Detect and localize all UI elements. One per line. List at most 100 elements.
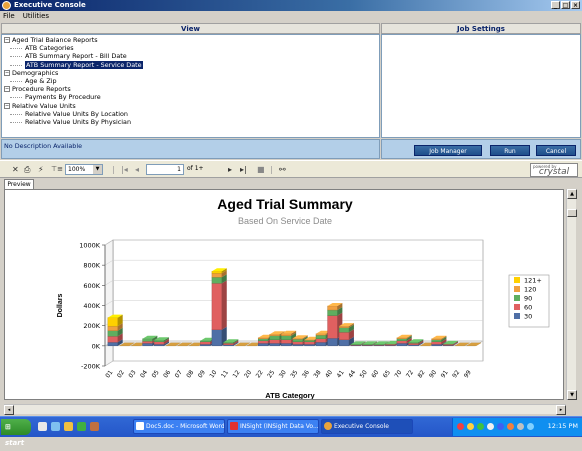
first-page-icon[interactable]: |◂ — [121, 164, 128, 175]
collapse-icon[interactable]: − — [4, 69, 10, 76]
bar-side — [221, 280, 227, 330]
horizontal-scrollbar[interactable]: ◂ ▸ — [4, 404, 566, 415]
bar-segment — [431, 339, 442, 343]
print-icon[interactable]: ⎙ — [24, 164, 30, 175]
x-tick-label: 90 — [428, 369, 438, 379]
tray-icon[interactable] — [507, 423, 514, 430]
tree-leaf[interactable]: Relative Value Units By Location — [4, 110, 377, 118]
x-tick-label: 09 — [197, 369, 207, 379]
chevron-down-icon: ▼ — [93, 165, 102, 174]
x-tick-label: 36 — [301, 369, 311, 379]
scroll-thumb[interactable] — [567, 209, 577, 217]
bar-segment — [350, 344, 361, 346]
tray-icon[interactable] — [527, 423, 534, 430]
task-insight[interactable]: INSight (INSight Data Vo... — [227, 419, 319, 434]
bar-segment — [431, 338, 442, 340]
prev-page-icon[interactable]: ◂ — [135, 164, 139, 175]
tray-icon[interactable] — [497, 423, 504, 430]
bar-segment — [269, 334, 280, 336]
description-bar: No Description Available — [1, 139, 380, 159]
close-view-icon[interactable]: ✕ — [12, 164, 19, 175]
bar-segment — [315, 333, 327, 336]
x-tick-label: 60 — [370, 369, 380, 379]
tree-node[interactable]: − Demographics — [4, 69, 377, 77]
maximize-button[interactable]: □ — [561, 1, 570, 9]
y-tick-label: 600K — [83, 282, 100, 290]
job-settings-pane — [381, 34, 581, 138]
tree-leaf[interactable]: ATB Summary Report - Bill Date — [4, 52, 377, 60]
x-tick-label: 25 — [266, 369, 276, 379]
bar-segment — [304, 341, 315, 345]
y-tick-label: 800K — [83, 262, 100, 270]
tray-icon[interactable] — [517, 423, 524, 430]
vertical-scrollbar[interactable]: ▲ ▼ — [566, 189, 577, 400]
bar-segment — [223, 343, 234, 346]
x-tick-label: 99 — [463, 369, 473, 379]
scroll-up-icon[interactable]: ▲ — [567, 189, 577, 199]
quicklaunch-app-icon[interactable] — [90, 422, 99, 431]
tray-icon[interactable] — [477, 423, 484, 430]
last-page-icon[interactable]: ▸| — [240, 164, 247, 175]
insight-icon — [230, 422, 238, 430]
tree-leaf[interactable]: Payments By Procedure — [4, 93, 377, 101]
x-tick-label: 01 — [104, 369, 114, 379]
bar-segment — [142, 338, 153, 342]
start-button[interactable]: ⊞ start — [1, 419, 31, 447]
quicklaunch-desktop-icon[interactable] — [38, 422, 47, 431]
window-title: Executive Console — [14, 1, 86, 9]
scroll-right-icon[interactable]: ▸ — [556, 405, 566, 415]
y-tick-label: 1000K — [79, 242, 101, 250]
collapse-icon[interactable]: − — [4, 86, 10, 93]
minimize-button[interactable]: _ — [551, 1, 560, 9]
run-button[interactable]: Run — [490, 145, 530, 156]
task-word[interactable]: Doc5.doc - Microsoft Word — [133, 419, 225, 434]
collapse-icon[interactable]: − — [4, 102, 10, 109]
scroll-down-icon[interactable]: ▼ — [567, 390, 577, 400]
bar-segment — [408, 342, 419, 344]
collapse-icon[interactable]: − — [4, 37, 10, 43]
zoom-select[interactable]: 100% ▼ — [65, 164, 103, 175]
tree-node[interactable]: − Aged Trial Balance Reports — [4, 36, 377, 44]
bar-segment — [327, 338, 338, 347]
tree-leaf[interactable]: Relative Value Units By Physician — [4, 118, 377, 126]
legend-swatch — [514, 286, 520, 292]
tree-leaf[interactable]: Age & Zip — [4, 77, 377, 85]
cancel-button[interactable]: Cancel — [536, 145, 576, 156]
tree-leaf[interactable]: ATB Categories — [4, 44, 377, 52]
binoculars-icon[interactable]: ⚯ — [279, 164, 286, 175]
quicklaunch-ie-icon[interactable] — [51, 422, 60, 431]
bar-segment — [338, 327, 350, 333]
aged-trial-chart: 1000K 800K 600K 400K 200K 0K -200K01 02 03 04 05 06… — [57, 239, 550, 399]
next-page-icon[interactable]: ▸ — [228, 164, 232, 175]
close-button[interactable]: × — [571, 1, 580, 9]
x-tick-label: 38 — [312, 369, 322, 379]
x-tick-label: 04 — [139, 369, 149, 379]
bar-segment — [338, 325, 350, 328]
page-number-field[interactable]: 1 — [146, 164, 184, 175]
tree-node[interactable]: − Relative Value Units — [4, 102, 377, 110]
refresh-icon[interactable]: ⚡ — [38, 164, 44, 175]
group-tree-icon[interactable]: ⊤≡ — [51, 164, 63, 175]
tree-node[interactable]: − Procedure Reports — [4, 85, 377, 93]
action-button-bar: Job Manager Run Cancel — [381, 139, 581, 159]
legend-swatch — [514, 295, 520, 301]
tree-leaf[interactable]: ATB Summary Report - Service Date — [4, 60, 377, 69]
task-executive-console[interactable]: Executive Console — [321, 419, 413, 434]
job-manager-button[interactable]: Job Manager — [414, 145, 482, 156]
bar-segment — [373, 344, 384, 346]
job-settings-header: Job Settings — [381, 23, 581, 34]
scroll-left-icon[interactable]: ◂ — [4, 405, 14, 415]
tray-icon[interactable] — [467, 423, 474, 430]
quicklaunch-explorer-icon[interactable] — [64, 422, 73, 431]
menu-file[interactable]: File — [3, 11, 15, 22]
tree-leaf-label: Age & Zip — [25, 77, 57, 86]
quicklaunch-media-icon[interactable] — [77, 422, 86, 431]
legend-label: 121+ — [524, 277, 542, 285]
bar-segment — [107, 330, 118, 337]
stop-icon[interactable]: ■ — [257, 164, 265, 175]
description-text: No Description Available — [4, 142, 83, 150]
tray-icon[interactable] — [487, 423, 494, 430]
menu-utilities[interactable]: Utilities — [23, 11, 49, 22]
bar-segment — [304, 340, 315, 343]
tray-icon[interactable] — [457, 423, 464, 430]
